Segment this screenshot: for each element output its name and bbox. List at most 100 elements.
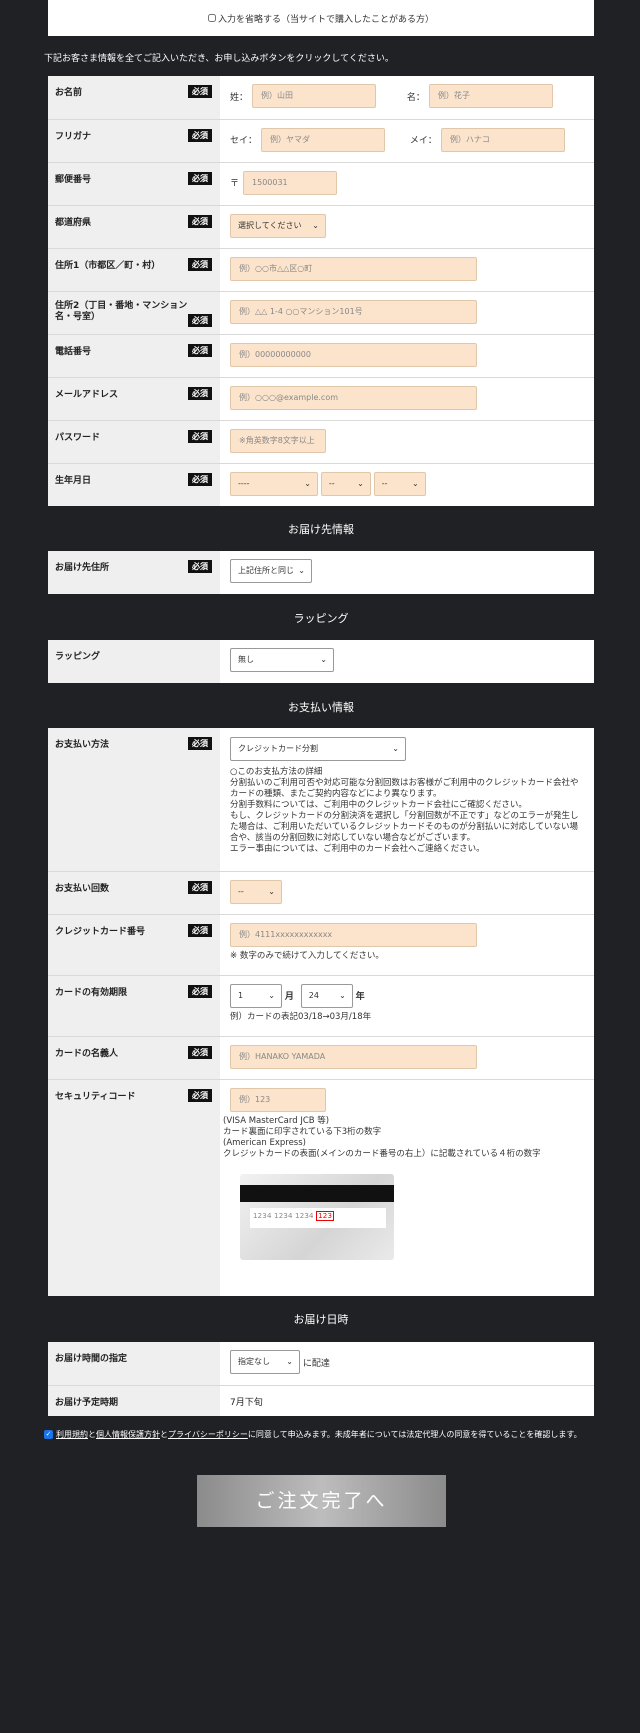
expiry-month-select[interactable]: 1 ⌄ xyxy=(230,983,282,1008)
required-badge: 必須 xyxy=(188,560,212,573)
agree-text: に同意して申込みます。未成年者については法定代理人の同意を得ていることを確認しま… xyxy=(247,1430,582,1439)
payment-count-value: -- xyxy=(238,886,244,896)
chevron-down-icon: ⌄ xyxy=(304,478,311,488)
required-badge: 必須 xyxy=(188,1088,212,1102)
mei-label: 名： xyxy=(406,92,425,103)
expiry-year-select[interactable]: 24 ⌄ xyxy=(300,983,353,1008)
skip-checkbox[interactable] xyxy=(207,14,216,22)
row-password: パスワード 必須 ※角英数字8文字以上 xyxy=(48,420,594,464)
sei-label: 姓： xyxy=(230,92,249,103)
row-security-code: セキュリティコード 必須 例）123 (VISA MasterCard JCB 等… xyxy=(48,1079,594,1296)
delivery-time-label: お届け時間の指定 xyxy=(55,1354,128,1364)
row-name: お名前 必須 姓： 例）山田 名： 例）花子 xyxy=(48,76,594,120)
chevron-down-icon: ⌄ xyxy=(357,478,364,488)
agree-conj: と xyxy=(160,1430,168,1439)
first-name-input[interactable]: 例）花子 xyxy=(428,84,553,108)
terms-link[interactable]: 利用規約 xyxy=(56,1429,88,1440)
card-number-label: クレジットカード番号 xyxy=(55,926,146,937)
payment-method-select[interactable]: クレジットカード分割 ⌄ xyxy=(230,737,406,761)
security-code-input[interactable]: 例）123 xyxy=(230,1087,326,1112)
chevron-down-icon: ⌄ xyxy=(312,220,319,230)
privacy-link[interactable]: プライバシーポリシー xyxy=(168,1429,248,1440)
addr2-label: 住所2（丁目・番地・マンション名・号室） xyxy=(55,300,188,322)
wrapping-label: ラッピング xyxy=(55,652,101,662)
magnetic-stripe xyxy=(240,1184,394,1202)
row-payment-count: お支払い回数 必須 -- ⌄ xyxy=(48,871,594,915)
kana-label: フリガナ xyxy=(55,131,92,142)
card-number-input[interactable]: 例）4111xxxxxxxxxxxx xyxy=(230,922,477,947)
chevron-down-icon: ⌄ xyxy=(339,990,346,1000)
payment-detail-line: エラー事由については、ご利用中のカード会社へご連絡ください。 xyxy=(230,844,485,854)
required-badge: 必須 xyxy=(188,472,212,486)
required-badge: 必須 xyxy=(188,737,212,750)
row-delivery-time: お届け時間の指定 指定なし ⌄ に配達 xyxy=(48,1342,594,1386)
first-name-kana-input[interactable]: 例）ハナコ xyxy=(440,127,565,152)
payment-detail-heading: ○このお支払方法の詳細 xyxy=(230,767,323,777)
password-input[interactable]: ※角英数字8文字以上 xyxy=(230,428,326,453)
shipping-form: お届け時間の指定 指定なし ⌄ に配達 お届け予定時期 7月下旬 xyxy=(48,1342,594,1416)
expiry-year-value: 24 xyxy=(308,990,319,1000)
delivery-form: お届け先住所 必須 上記住所と同じ ⌄ xyxy=(48,551,594,594)
row-addr2: 住所2（丁目・番地・マンション名・号室） 必須 例）△△ 1-4 ○○マンション1… xyxy=(48,291,594,335)
payment-details: ○このお支払方法の詳細 分割払いのご利用可否や対応可能な分割回数はお客様がご利用… xyxy=(230,767,584,855)
delivery-time-select[interactable]: 指定なし ⌄ xyxy=(230,1350,300,1374)
delivery-time-suffix: に配達 xyxy=(302,1358,330,1369)
row-card-number: クレジットカード番号 必須 例）4111xxxxxxxxxxxx ※ 数字のみで続… xyxy=(48,914,594,976)
chevron-down-icon: ⌄ xyxy=(286,1357,293,1366)
privacy-policy-link[interactable]: 個人情報保護方針 xyxy=(96,1429,160,1440)
last-name-input[interactable]: 例）山田 xyxy=(252,84,377,108)
address1-input[interactable]: 例）○○市△△区○町 xyxy=(230,256,477,281)
required-badge: 必須 xyxy=(188,984,212,998)
birth-day-select[interactable]: -- ⌄ xyxy=(373,471,426,496)
year-unit: 年 xyxy=(355,992,365,1002)
zip-prefix: 〒 xyxy=(230,179,240,189)
card-number-note: ※ 数字のみで続けて入力してください。 xyxy=(230,950,384,961)
prefecture-select[interactable]: 選択してください ⌄ xyxy=(230,213,326,238)
delivery-address-select[interactable]: 上記住所と同じ ⌄ xyxy=(230,559,312,583)
cvv-note: クレジットカードの表面(メインのカード番号の右上）に記載されている４桁の数字 xyxy=(223,1148,541,1159)
row-card-holder: カードの名義人 必須 例）HANAKO YAMADA xyxy=(48,1036,594,1080)
shipping-section-title: お届け日時 xyxy=(293,1313,349,1326)
expiry-label: カードの有効期限 xyxy=(55,987,128,998)
delivery-time-value: 指定なし xyxy=(238,1357,270,1366)
agree-checkbox[interactable]: ✓ xyxy=(44,1430,53,1439)
last-name-kana-input[interactable]: 例）ヤマダ xyxy=(261,127,386,152)
email-input[interactable]: 例）○○○@example.com xyxy=(230,385,477,410)
payment-method-value: クレジットカード分割 xyxy=(238,744,318,753)
row-delivery-date: お届け予定時期 7月下旬 xyxy=(48,1385,594,1416)
zip-input[interactable]: 1500031 xyxy=(243,170,338,195)
birth-month-select[interactable]: -- ⌄ xyxy=(320,471,371,496)
password-label: パスワード xyxy=(55,432,101,443)
chevron-down-icon: ⌄ xyxy=(412,478,419,488)
email-label: メールアドレス xyxy=(55,389,119,400)
required-badge: 必須 xyxy=(188,343,212,357)
row-zip: 郵便番号 必須 〒 1500031 xyxy=(48,162,594,206)
phone-input[interactable]: 例）00000000000 xyxy=(230,342,477,367)
customer-form: お名前 必須 姓： 例）山田 名： 例）花子 フリガナ 必須 セイ： 例）ヤマダ メイ：例… xyxy=(48,76,594,506)
row-email: メールアドレス 必須 例）○○○@example.com xyxy=(48,377,594,421)
address2-input[interactable]: 例）△△ 1-4 ○○マンション101号 xyxy=(230,299,477,324)
payment-section-title: お支払い情報 xyxy=(288,701,354,714)
wrapping-select[interactable]: 無し ⌄ xyxy=(230,648,334,672)
chevron-down-icon: ⌄ xyxy=(392,744,399,753)
required-badge: 必須 xyxy=(188,214,212,228)
submit-order-button[interactable]: ご注文完了へ xyxy=(197,1475,446,1527)
row-birth: 生年月日 必須 ---- ⌄ -- ⌄ -- ⌄ xyxy=(48,463,594,506)
expiry-note: 例）カードの表記03/18→03月/18年 xyxy=(230,1011,372,1022)
card-number-digits: 1234 1234 1234 xyxy=(253,1211,314,1220)
payment-method-label: お支払い方法 xyxy=(55,740,110,750)
row-payment-method: お支払い方法 必須 クレジットカード分割 ⌄ ○このお支払方法の詳細 分割払いのご利… xyxy=(48,728,594,872)
card-holder-input[interactable]: 例）HANAKO YAMADA xyxy=(230,1044,477,1069)
required-badge: 必須 xyxy=(188,923,212,937)
intro-text: 下記お客さま情報を全てご記入いただき、お申し込みボタンをクリックしてください。 xyxy=(44,54,394,64)
required-badge: 必須 xyxy=(188,257,212,271)
birth-year-select[interactable]: ---- ⌄ xyxy=(230,471,318,496)
row-wrapping: ラッピング 無し ⌄ xyxy=(48,640,594,683)
delivery-section-title: お届け先情報 xyxy=(288,523,354,536)
month-unit: 月 xyxy=(284,992,294,1002)
addr1-label: 住所1（市都区／町・村） xyxy=(55,260,161,271)
birth-year-value: ---- xyxy=(238,478,250,488)
security-code-label: セキュリティコード xyxy=(55,1091,136,1102)
skip-box: 入力を省略する（当サイトで購入したことがある方） xyxy=(48,0,594,36)
payment-count-select[interactable]: -- ⌄ xyxy=(230,879,282,904)
